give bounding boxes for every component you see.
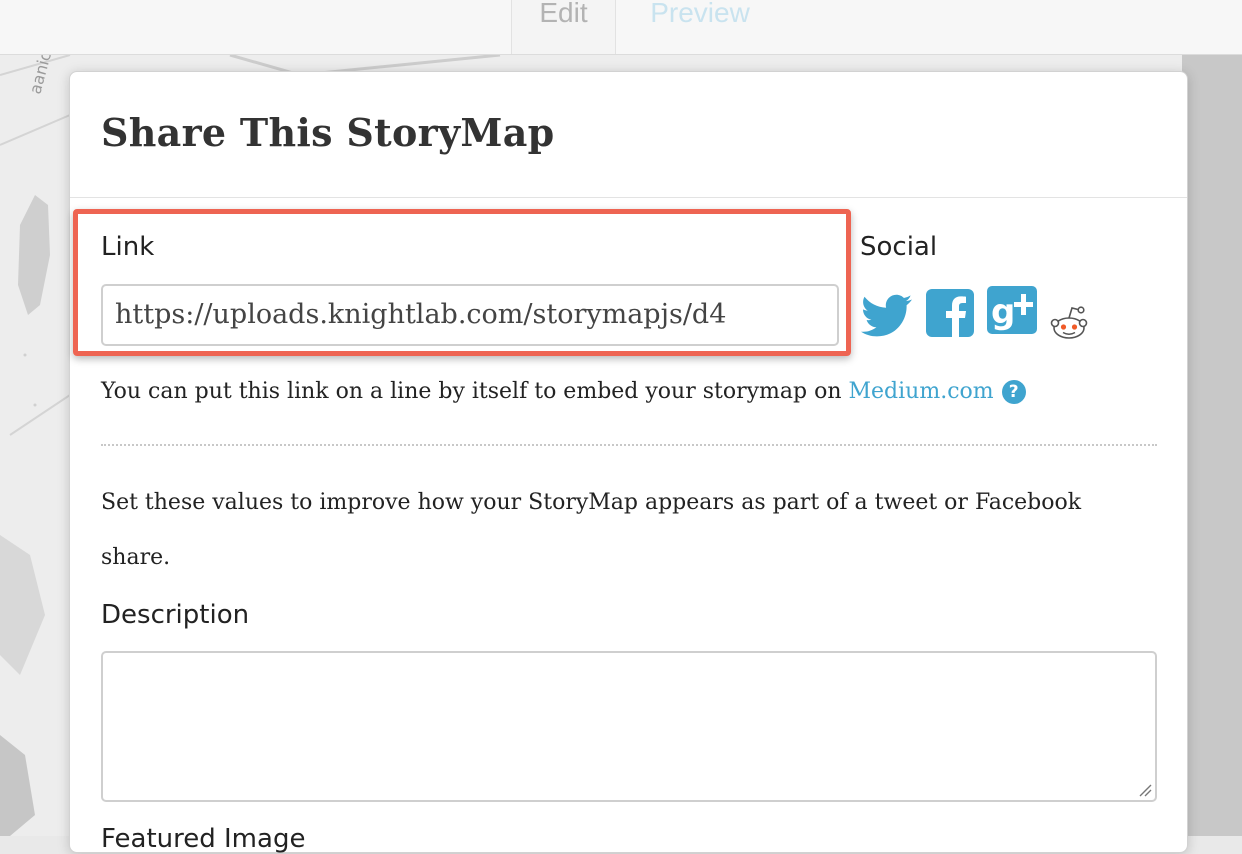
- resize-grip-icon[interactable]: [1138, 783, 1152, 797]
- tab-preview-label: Preview: [650, 0, 750, 28]
- social-label: Social: [860, 232, 938, 262]
- embed-note: You can put this link on a line by itsel…: [101, 379, 1026, 404]
- section-divider: [101, 444, 1157, 446]
- featured-image-label: Featured Image: [101, 824, 306, 854]
- top-tab-bar: Edit Preview: [0, 0, 1242, 55]
- link-input[interactable]: https://uploads.knightlab.com/storymapjs…: [101, 284, 839, 346]
- tab-edit-label: Edit: [539, 0, 588, 28]
- modal-title: Share This StoryMap: [101, 110, 555, 155]
- share-settings-note: Set these values to improve how your Sto…: [101, 490, 1082, 570]
- medium-link[interactable]: Medium.com: [849, 379, 994, 404]
- tab-preview[interactable]: Preview: [615, 0, 785, 54]
- description-label: Description: [101, 600, 250, 630]
- link-label: Link: [101, 232, 155, 262]
- modal-header-divider: [70, 197, 1187, 198]
- facebook-icon[interactable]: [926, 289, 974, 337]
- share-modal: Share This StoryMap Link https://uploads…: [69, 71, 1188, 854]
- svg-text:g: g: [991, 292, 1015, 332]
- tab-edit[interactable]: Edit: [511, 0, 616, 54]
- map-place-label: aanich: [26, 55, 58, 96]
- google-plus-icon[interactable]: g: [987, 286, 1037, 334]
- description-textarea[interactable]: [101, 651, 1157, 802]
- help-icon[interactable]: ?: [1001, 380, 1026, 404]
- map-edge-panel: [1182, 55, 1242, 836]
- embed-note-text: You can put this link on a line by itsel…: [101, 379, 842, 404]
- twitter-icon[interactable]: [861, 294, 913, 338]
- reddit-icon[interactable]: [1049, 302, 1089, 342]
